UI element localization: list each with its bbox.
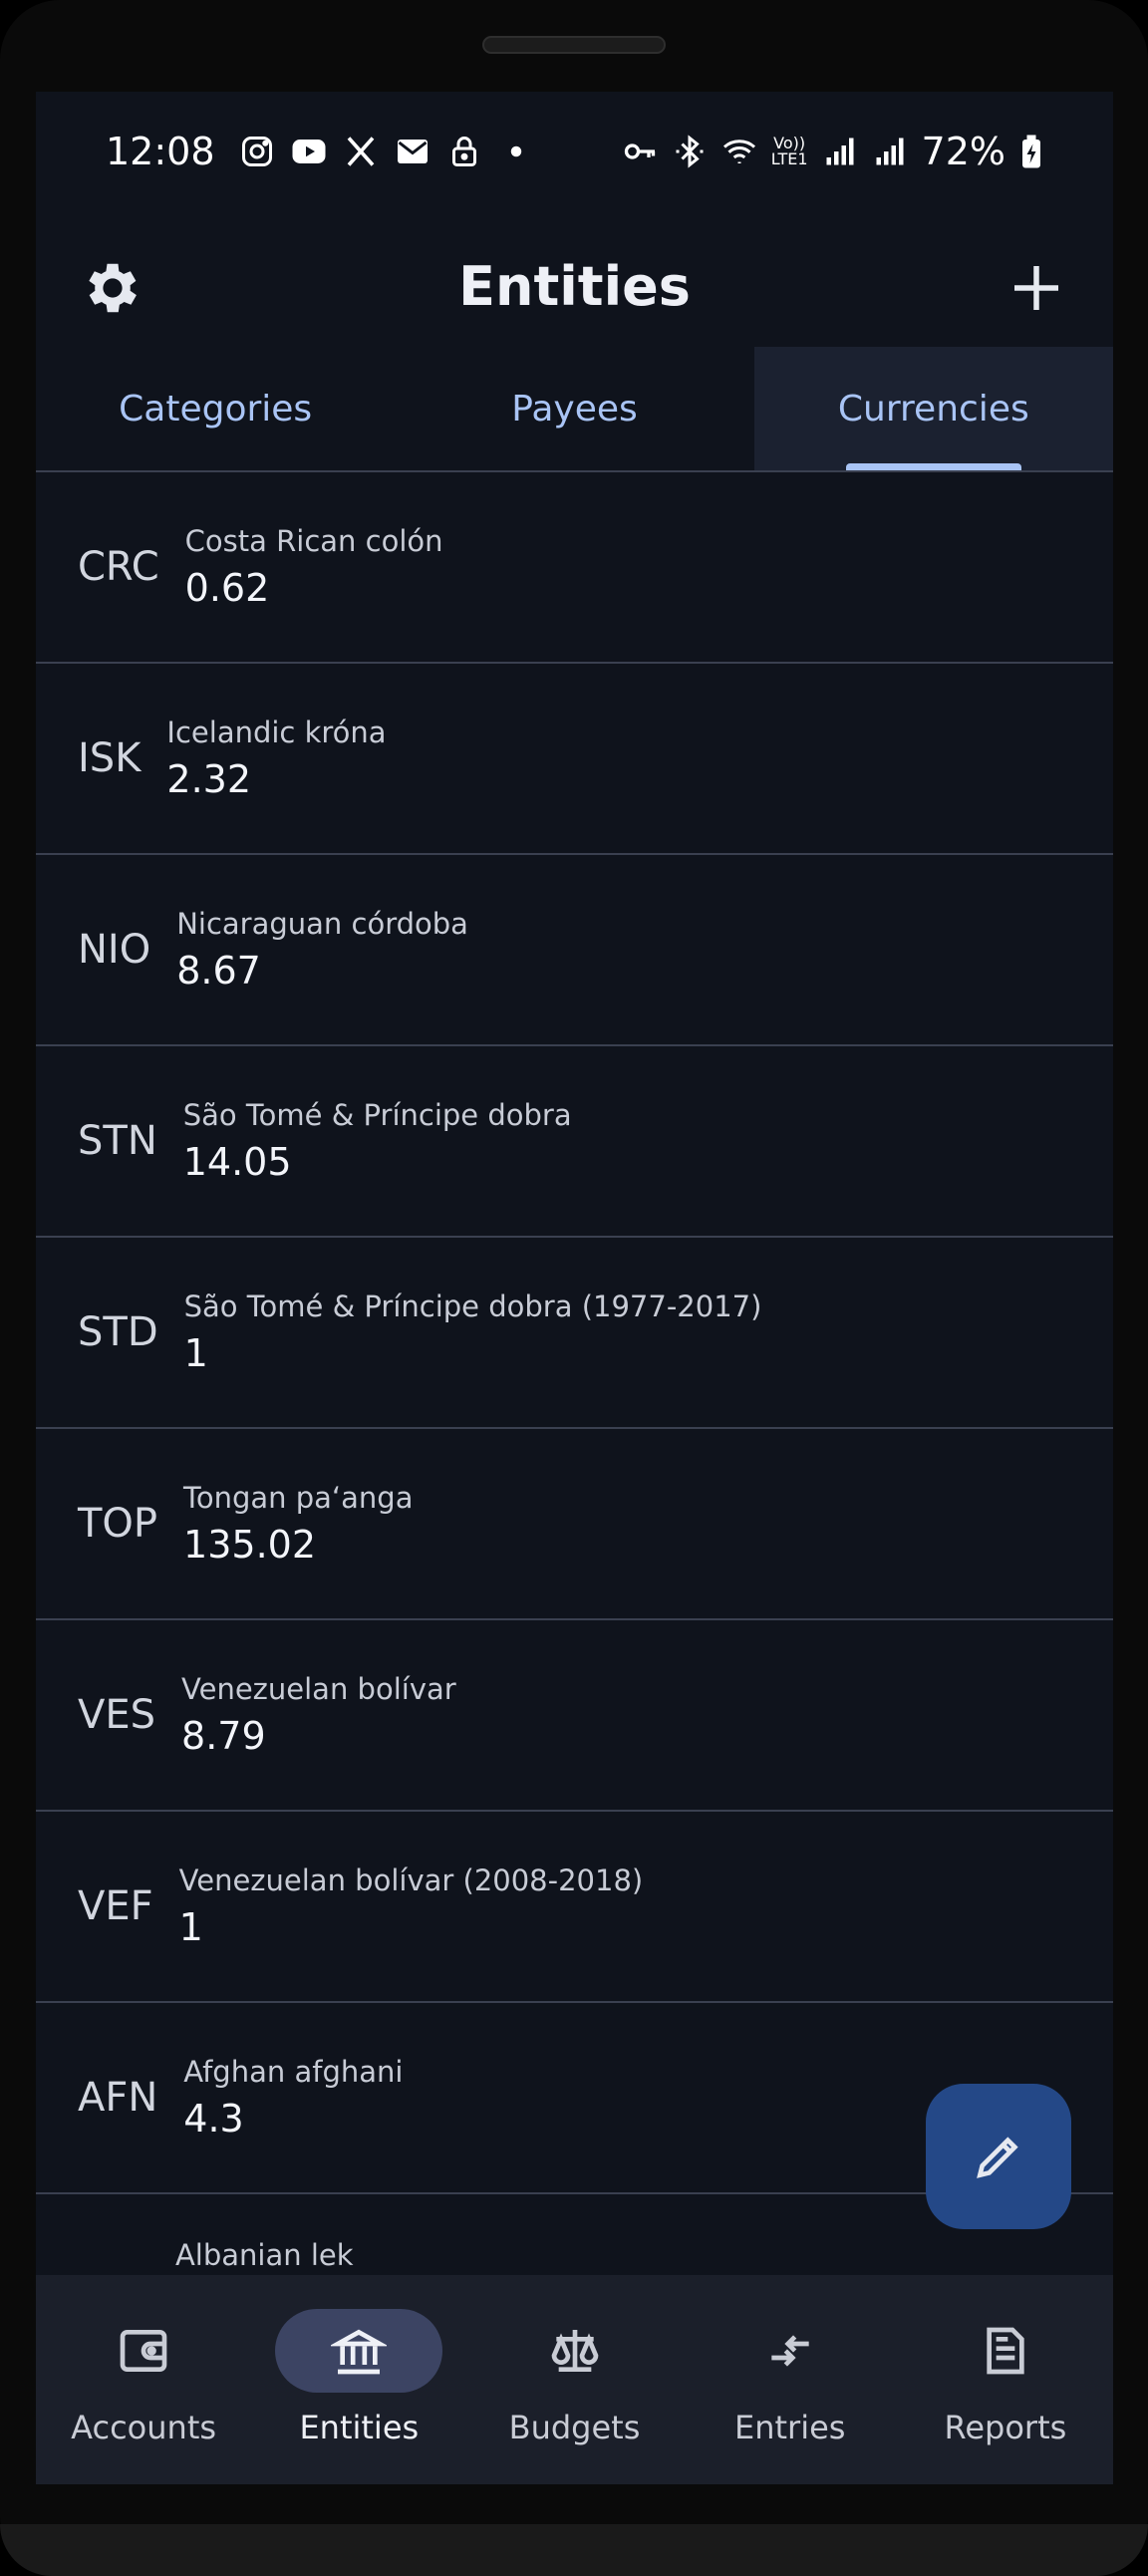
nav-label: Accounts: [71, 2409, 217, 2446]
mail-icon: [395, 134, 430, 169]
phone-frame: 12:08 Vo)) LTE1 72% Entities Categories …: [0, 0, 1148, 2576]
tab-currencies[interactable]: Currencies: [753, 347, 1113, 470]
currency-rate: 1: [183, 1331, 208, 1375]
nav-label: Entities: [299, 2409, 420, 2446]
currency-code: NIO: [78, 927, 151, 973]
currency-code: TOP: [78, 1501, 158, 1547]
list-item[interactable]: ISK Icelandic króna 2.32: [36, 664, 1113, 855]
transfer-icon: [771, 2335, 809, 2367]
nav-label: Budgets: [508, 2409, 641, 2446]
lte-label: LTE1: [770, 149, 808, 168]
currency-rate: 14.05: [182, 1140, 292, 1184]
instagram-icon: [239, 134, 275, 169]
nav-label: Reports: [944, 2409, 1067, 2446]
battery-percentage: 72%: [921, 130, 1005, 173]
nav-label: Entries: [733, 2409, 846, 2446]
currency-name: São Tomé & Príncipe dobra: [182, 1098, 572, 1132]
bluetooth-icon: [672, 134, 708, 169]
app-header: Entities: [36, 221, 1113, 351]
currency-code: AFN: [78, 2075, 158, 2121]
tab-payees[interactable]: Payees: [395, 347, 753, 470]
signal-icon: [872, 134, 908, 169]
dot-icon: [498, 134, 534, 169]
tab-active-indicator: [845, 463, 1021, 470]
currency-rate: 2.32: [166, 757, 252, 801]
currency-name: Afghan afghani: [183, 2055, 404, 2089]
settings-button[interactable]: [80, 255, 145, 321]
bottom-navigation: Accounts Entities Budgets Entries Report…: [36, 2275, 1113, 2484]
currency-name: Venezuelan bolívar: [181, 1672, 456, 1706]
volte-icon: Vo)) LTE1: [771, 136, 808, 167]
currency-rate: 135.02: [183, 1523, 317, 1567]
page-title: Entities: [458, 254, 691, 318]
plus-icon: [1014, 266, 1058, 310]
wallet-icon: [120, 2330, 167, 2372]
currency-name: Venezuelan bolívar (2008-2018): [178, 1863, 644, 1897]
screen: 12:08 Vo)) LTE1 72% Entities Categories …: [36, 92, 1113, 2484]
nav-item-entries[interactable]: Entries: [683, 2275, 898, 2484]
nav-item-accounts[interactable]: Accounts: [36, 2275, 251, 2484]
currency-rate: 0.62: [184, 566, 270, 610]
currency-code: VES: [78, 1692, 156, 1738]
x-icon: [343, 134, 379, 169]
add-button[interactable]: [1004, 255, 1069, 321]
currency-code: STN: [78, 1118, 157, 1164]
nav-item-reports[interactable]: Reports: [898, 2275, 1113, 2484]
youtube-icon: [291, 134, 327, 169]
status-time: 12:08: [106, 130, 215, 173]
list-item[interactable]: STD São Tomé & Príncipe dobra (1977-2017…: [36, 1238, 1113, 1429]
tab-bar: Categories Payees Currencies: [36, 347, 1113, 472]
nav-item-budgets[interactable]: Budgets: [466, 2275, 682, 2484]
currency-name: Tongan paʻanga: [183, 1481, 414, 1515]
list-item[interactable]: CRC Costa Rican colón 0.62: [36, 472, 1113, 664]
list-item[interactable]: VES Venezuelan bolívar 8.79: [36, 1620, 1113, 1812]
currency-list: CRC Costa Rican colón 0.62 ISK Icelandic…: [36, 472, 1113, 2314]
currency-name: Nicaraguan córdoba: [176, 907, 468, 941]
battery-icon: [1019, 134, 1043, 169]
bank-icon: [331, 2329, 388, 2375]
tab-categories[interactable]: Categories: [36, 347, 395, 470]
currency-name: Icelandic króna: [166, 716, 387, 749]
bottom-bezel: [0, 2524, 1148, 2576]
currency-code: VEF: [78, 1883, 153, 1929]
scale-icon: [551, 2330, 598, 2372]
list-item[interactable]: NIO Nicaraguan córdoba 8.67: [36, 855, 1113, 1046]
pencil-icon: [977, 2137, 1018, 2178]
status-bar: 12:08 Vo)) LTE1 72%: [36, 92, 1113, 211]
list-item[interactable]: STN São Tomé & Príncipe dobra 14.05: [36, 1046, 1113, 1238]
list-item[interactable]: TOP Tongan paʻanga 135.02: [36, 1429, 1113, 1620]
list-item[interactable]: VEF Venezuelan bolívar (2008-2018) 1: [36, 1812, 1113, 2003]
lock-icon: [446, 134, 482, 169]
speaker-grille: [482, 36, 666, 54]
currency-code: ISK: [78, 735, 142, 781]
currency-rate: 8.67: [176, 949, 261, 993]
currency-code: STD: [78, 1309, 158, 1355]
nav-item-entities[interactable]: Entities: [251, 2275, 466, 2484]
currency-rate: 8.79: [181, 1714, 266, 1758]
currency-rate: 4.3: [183, 2097, 244, 2141]
currency-name: Albanian lek: [174, 2238, 354, 2272]
tab-label: Currencies: [837, 388, 1029, 429]
tab-label: Categories: [119, 388, 313, 429]
edit-fab-button[interactable]: [926, 2084, 1071, 2229]
wifi-icon: [721, 134, 757, 169]
currency-name: São Tomé & Príncipe dobra (1977-2017): [183, 1289, 762, 1323]
gear-icon: [89, 263, 137, 313]
report-icon: [987, 2327, 1024, 2375]
currency-rate: 1: [178, 1905, 203, 1949]
tab-label: Payees: [511, 388, 638, 429]
currency-name: Costa Rican colón: [184, 524, 443, 558]
currency-code: CRC: [78, 544, 159, 590]
key-icon: [622, 134, 658, 169]
signal-icon: [822, 134, 858, 169]
